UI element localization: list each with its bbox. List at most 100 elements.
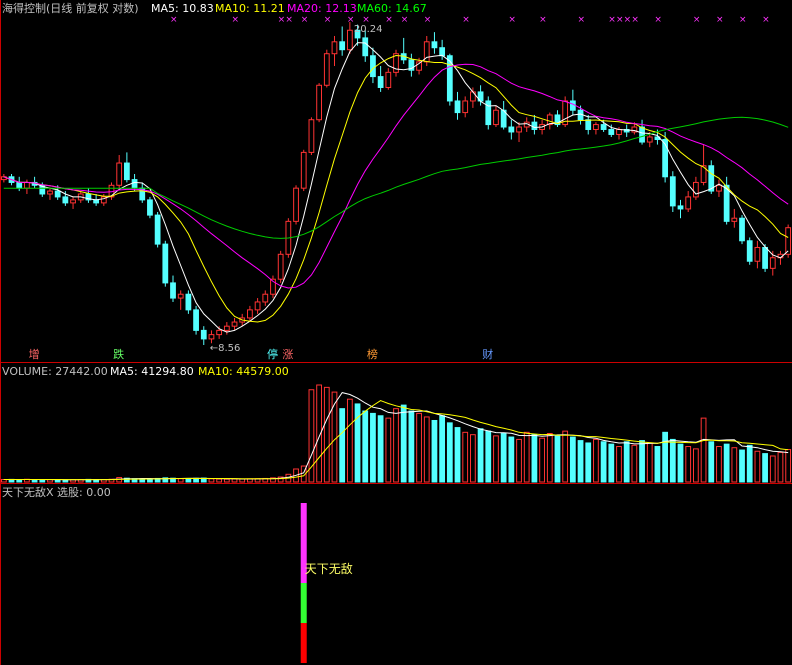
candle-body [516,126,522,133]
candle [24,179,30,194]
event-label: 涨 [282,348,293,361]
ma60-label: MA60: 14.67 [357,2,427,15]
candle [47,188,53,200]
candle-body [608,128,615,135]
volume-bar [669,438,676,483]
candle [316,83,322,123]
volume-bar [423,416,430,483]
candle-body [123,162,130,181]
stock-chart[interactable]: 海得控制(日线 前复权 对数) MA5: 10.83 MA10: 11.21 M… [0,0,792,665]
volume-bar [500,433,507,483]
marker-x: × [232,15,240,25]
volume-bar [577,440,584,483]
top-markers: × × × × × × × × × × × × × × × × × × × × × × × × [170,15,770,25]
candle-body [646,136,653,143]
candle-body [785,227,792,255]
marker-x: × [462,15,470,25]
volume-bar [39,479,46,483]
candle [16,176,23,192]
volume-ma5-label: MA5: 41294.80 [110,365,194,378]
candle [716,179,722,197]
candle-body [431,41,438,49]
event-label: 跌 [113,347,124,361]
volume-bar [723,443,730,483]
candle [339,26,346,56]
candle [377,66,384,92]
candle [585,114,592,135]
candle-body [692,181,699,198]
candle-body [47,190,53,195]
candle-body [300,151,307,189]
marker-x: × [608,15,616,25]
candle [454,91,461,120]
volume-bar [539,437,545,483]
candle [208,330,215,344]
marker-x: × [324,15,332,25]
candle [431,32,438,54]
volume-bar [339,408,346,483]
event-label: 增 [29,347,40,361]
candle-body [24,181,30,189]
candle-body [308,119,315,153]
candle-body [277,253,284,280]
candle-body [762,246,768,269]
candle-body [216,329,223,336]
candle [531,114,538,135]
candle-body [731,217,738,222]
event-label: 财 [482,347,493,361]
volume-bar [223,478,230,483]
candle-body [769,257,776,269]
candle [385,68,392,90]
candle [293,185,299,225]
candle [400,37,407,64]
candle-body [170,282,176,299]
candle [692,176,699,200]
volume-bar [377,415,384,483]
marker-x: × [401,15,409,25]
candle [754,240,761,269]
candle [254,298,261,314]
candle-body [462,100,469,114]
volume-bar [662,431,669,483]
candle-body [339,41,346,51]
candle-body [346,29,353,51]
candle-body [493,109,499,126]
volume-bar [716,446,722,483]
candle-body [16,181,23,189]
candle-body [208,334,215,340]
volume-bar [562,430,569,483]
volume-bar [416,412,422,483]
candle [323,49,330,88]
volume-bar [477,428,484,483]
ma20-label: MA20: 12.13 [287,2,357,15]
candle-body [600,124,607,130]
volume-bar [731,447,738,483]
volume-bar [746,444,753,483]
marker-x: × [578,15,586,25]
volume-bar [216,478,223,483]
volume-bar [769,455,776,483]
volume-bar [569,436,576,483]
volume-bar [346,398,353,483]
candle [685,191,692,213]
volume-bar [508,436,515,483]
candle-body [254,301,261,311]
volume-bar [585,442,592,483]
volume-bar [531,434,538,483]
volume-bar [777,451,784,483]
volume-bar [739,449,745,483]
candle [493,105,499,128]
marker-x: × [739,15,747,25]
candle-body [677,205,684,210]
candle-body [746,240,753,262]
candle-body [439,47,446,57]
volume-ma10-label: MA10: 44579.00 [198,365,289,378]
event-label: 榜 [367,347,378,361]
candle-body [316,84,322,121]
event-labels: 增 跌 停涨 榜 财 [29,347,494,361]
candle-body [154,214,161,245]
candle-body [739,217,745,242]
indicator-label: 天下无敌X 选股: 0.00 [2,485,111,499]
candle-body [54,190,61,198]
volume-bar [554,435,561,483]
